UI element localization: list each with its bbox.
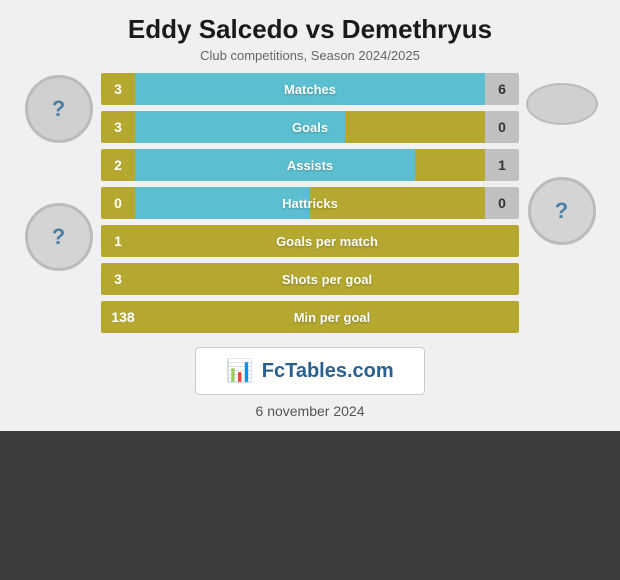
stat-row-matches: 3 Matches 6 bbox=[101, 73, 519, 105]
mpg-bar-label: Min per goal bbox=[145, 301, 519, 333]
assists-right-val: 1 bbox=[485, 149, 519, 181]
page-subtitle: Club competitions, Season 2024/2025 bbox=[16, 48, 604, 63]
spg-bar-label: Shots per goal bbox=[135, 263, 519, 295]
spg-bar: Shots per goal bbox=[135, 263, 519, 295]
page-wrapper: Eddy Salcedo vs Demethryus Club competit… bbox=[0, 0, 620, 580]
goals-bar-label: Goals bbox=[135, 111, 485, 143]
hattricks-right-val: 0 bbox=[485, 187, 519, 219]
matches-bar: Matches bbox=[135, 73, 485, 105]
avatar-player2-main: ? bbox=[528, 177, 596, 245]
hattricks-left-val: 0 bbox=[101, 187, 135, 219]
logo-brand: Tables.com bbox=[285, 360, 394, 382]
mpg-bar: Min per goal bbox=[145, 301, 519, 333]
gpm-left-val: 1 bbox=[101, 225, 135, 257]
assists-bar-label: Assists bbox=[135, 149, 485, 181]
spg-left-val: 3 bbox=[101, 263, 135, 295]
avatar-player2-ellipse bbox=[526, 83, 598, 125]
assists-left-val: 2 bbox=[101, 149, 135, 181]
stat-row-assists: 2 Assists 1 bbox=[101, 149, 519, 181]
goals-right-val: 0 bbox=[485, 111, 519, 143]
left-avatars: ? ? bbox=[16, 73, 101, 271]
stat-row-goals: 3 Goals 0 bbox=[101, 111, 519, 143]
stat-row-goals-per-match: 1 Goals per match bbox=[101, 225, 519, 257]
avatar-player1-main: ? bbox=[25, 75, 93, 143]
right-avatars: ? bbox=[519, 73, 604, 245]
assists-bar: Assists bbox=[135, 149, 485, 181]
matches-left-val: 3 bbox=[101, 73, 135, 105]
logo-container: 📊 FcTables.com bbox=[16, 347, 604, 395]
matches-right-val: 6 bbox=[485, 73, 519, 105]
goals-bar: Goals bbox=[135, 111, 485, 143]
comparison-layout: ? ? 3 Matches 6 bbox=[16, 73, 604, 337]
goals-left-val: 3 bbox=[101, 111, 135, 143]
header-card: Eddy Salcedo vs Demethryus Club competit… bbox=[0, 0, 620, 431]
logo-icon: 📊 bbox=[226, 358, 253, 384]
logo-text: FcTables.com bbox=[262, 360, 394, 383]
logo-box: 📊 FcTables.com bbox=[195, 347, 424, 395]
gpm-bar-label: Goals per match bbox=[135, 225, 519, 257]
matches-bar-label: Matches bbox=[135, 73, 485, 105]
page-title: Eddy Salcedo vs Demethryus bbox=[16, 14, 604, 45]
stat-row-shots-per-goal: 3 Shots per goal bbox=[101, 263, 519, 295]
avatar-player1-alt: ? bbox=[25, 203, 93, 271]
stats-bars: 3 Matches 6 3 Goals 0 bbox=[101, 73, 519, 333]
stat-row-min-per-goal: 138 Min per goal bbox=[101, 301, 519, 333]
hattricks-bar: Hattricks bbox=[135, 187, 485, 219]
mpg-left-val: 138 bbox=[101, 301, 145, 333]
gpm-bar: Goals per match bbox=[135, 225, 519, 257]
stat-row-hattricks: 0 Hattricks 0 bbox=[101, 187, 519, 219]
hattricks-bar-label: Hattricks bbox=[135, 187, 485, 219]
date-footer: 6 november 2024 bbox=[16, 403, 604, 419]
